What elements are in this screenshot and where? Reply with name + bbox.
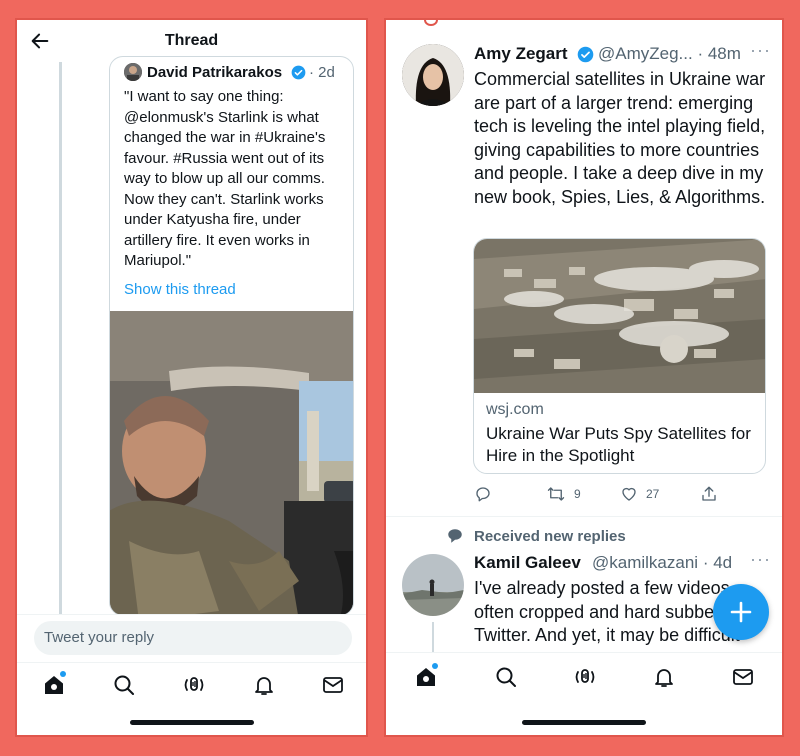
reply-action[interactable] bbox=[474, 484, 492, 504]
retweet-icon bbox=[547, 487, 565, 501]
notifications-icon[interactable] bbox=[652, 665, 676, 689]
search-icon[interactable] bbox=[112, 673, 136, 697]
link-domain: wsj.com bbox=[486, 401, 544, 418]
left-screen: Thread David Patrikarakos · 2d "I want t… bbox=[15, 18, 368, 737]
home-indicator bbox=[129, 720, 254, 725]
author-handle: @AmyZeg... · 48m bbox=[598, 44, 741, 64]
reply-input[interactable]: Tweet your reply bbox=[34, 621, 352, 655]
verified-badge-icon bbox=[291, 65, 306, 80]
man-in-car-photo[interactable] bbox=[110, 311, 353, 615]
quoted-tweet[interactable]: David Patrikarakos · 2d "I want to say o… bbox=[109, 56, 354, 616]
notification-dot bbox=[60, 671, 66, 677]
author-name[interactable]: Kamil Galeev bbox=[474, 553, 581, 573]
link-preview-card[interactable]: wsj.com Ukraine War Puts Spy Satellites … bbox=[473, 238, 766, 474]
reply-bar: Tweet your reply bbox=[17, 614, 366, 662]
handle-text: @kamilkazani bbox=[592, 553, 699, 572]
tweet-time: · 4d bbox=[702, 553, 733, 572]
bottom-tab-bar bbox=[17, 662, 366, 706]
thread-connector-top bbox=[424, 20, 438, 26]
notifications-icon[interactable] bbox=[252, 673, 276, 697]
spaces-icon[interactable] bbox=[182, 673, 206, 697]
tweet-text: Commercial satellites in Ukraine war are… bbox=[474, 69, 766, 207]
avatar[interactable] bbox=[402, 554, 464, 616]
heart-icon bbox=[622, 487, 636, 501]
spaces-icon[interactable] bbox=[573, 665, 597, 689]
verified-badge-icon bbox=[577, 46, 594, 63]
search-icon[interactable] bbox=[494, 665, 518, 689]
tweet-time: · 2d bbox=[309, 64, 335, 81]
home-indicator bbox=[522, 720, 646, 725]
more-options-icon[interactable]: ··· bbox=[750, 549, 771, 570]
bottom-tab-bar bbox=[386, 652, 782, 702]
like-count: 27 bbox=[646, 487, 660, 501]
avatar[interactable] bbox=[402, 44, 464, 106]
author-name[interactable]: Amy Zegart bbox=[474, 44, 568, 64]
like-action[interactable]: 27 bbox=[620, 484, 659, 504]
author-name[interactable]: David Patrikarakos bbox=[147, 64, 282, 81]
received-replies-label: Received new replies bbox=[474, 528, 626, 545]
compose-plus-icon bbox=[730, 601, 752, 623]
author-handle: @kamilkazani · 4d bbox=[592, 553, 732, 573]
avatar[interactable] bbox=[124, 63, 142, 81]
retweet-count: 9 bbox=[574, 487, 581, 501]
satellite-image bbox=[474, 239, 765, 393]
tweet-actions: 9 27 bbox=[474, 482, 774, 506]
more-options-icon[interactable]: ··· bbox=[750, 40, 771, 61]
show-thread-link[interactable]: Show this thread bbox=[124, 281, 236, 298]
share-action[interactable] bbox=[700, 484, 718, 504]
divider bbox=[386, 516, 782, 517]
retweet-action[interactable]: 9 bbox=[546, 484, 581, 504]
handle-text: @AmyZeg... bbox=[598, 44, 693, 63]
link-title: Ukraine War Puts Spy Satellites for Hire… bbox=[486, 424, 751, 465]
tweet-time: · 48m bbox=[697, 44, 741, 63]
messages-icon[interactable] bbox=[731, 665, 755, 689]
compose-button[interactable] bbox=[713, 584, 769, 640]
messages-icon[interactable] bbox=[321, 673, 345, 697]
notification-dot bbox=[432, 663, 438, 669]
right-screen: Amy Zegart @AmyZeg... · 48m ··· Commerci… bbox=[384, 18, 784, 737]
tweet-text: "I want to say one thing: @elonmusk's St… bbox=[124, 88, 326, 269]
reply-icon bbox=[476, 487, 490, 502]
thread-connector-line bbox=[432, 622, 434, 652]
thread-connector-line bbox=[59, 62, 62, 614]
page-title: Thread bbox=[164, 32, 219, 49]
speech-bubble-icon bbox=[448, 529, 462, 543]
share-icon bbox=[702, 486, 716, 501]
